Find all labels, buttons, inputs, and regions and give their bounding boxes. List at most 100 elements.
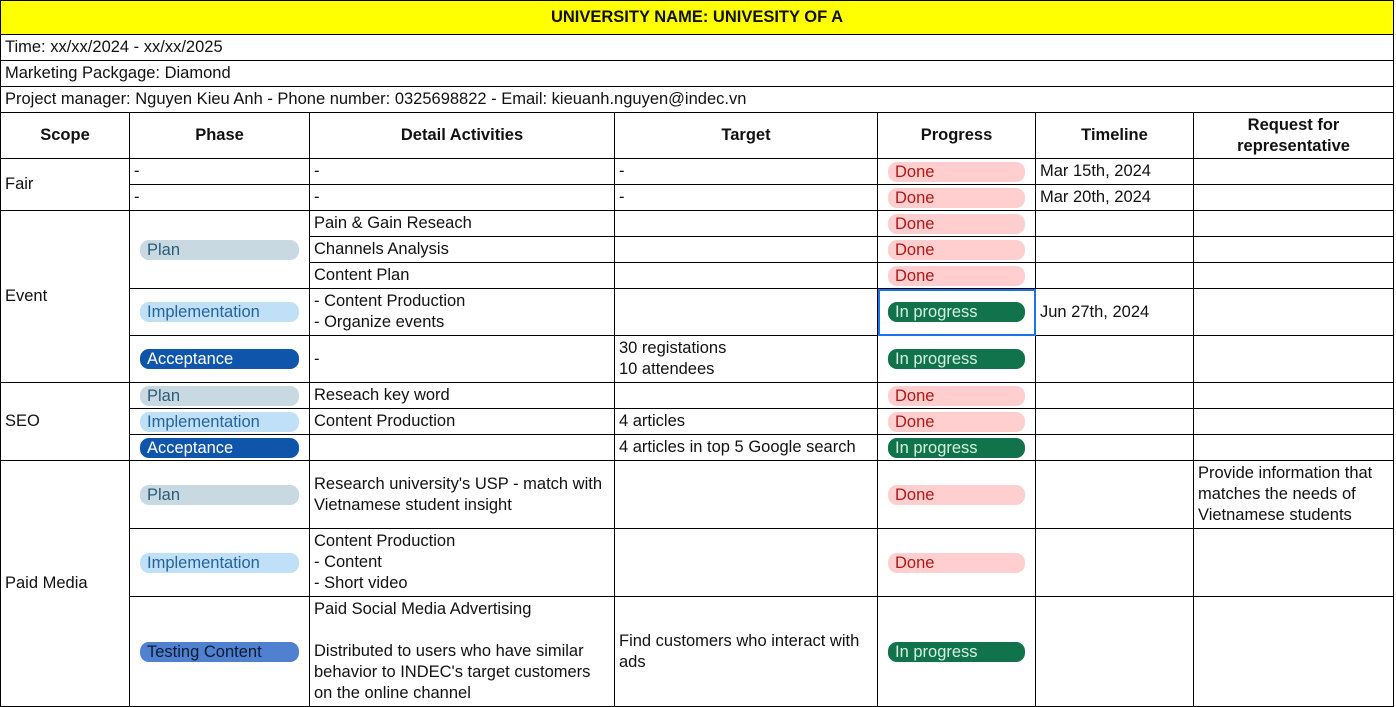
progress-cell[interactable]: Done (877, 528, 1036, 597)
request-cell[interactable] (1192, 596, 1395, 707)
timeline-cell[interactable]: Mar 15th, 2024 (1035, 158, 1194, 185)
activity-cell[interactable]: Research university's USP - match with V… (309, 460, 615, 529)
table-row: Event Plan Pain & Gain Reseach Done (0, 210, 1395, 383)
timeline-cell[interactable] (1035, 210, 1194, 237)
target-cell[interactable] (614, 262, 878, 289)
activity-cell[interactable]: Reseach key word (309, 382, 615, 409)
timeline-cell[interactable] (1035, 382, 1194, 409)
timeline-cell[interactable] (1035, 596, 1194, 707)
phase-cell[interactable]: Implementation (129, 288, 310, 336)
target-cell[interactable]: 4 articles (614, 408, 878, 435)
timeline-cell[interactable] (1035, 460, 1194, 529)
table-row: Implementation Content Production - Conte… (1, 528, 1395, 597)
activity-cell[interactable]: Pain & Gain Reseach (309, 210, 615, 237)
manager-cell[interactable]: Project manager: Nguyen Kieu Anh - Phone… (0, 86, 1395, 113)
phase-cell[interactable]: Implementation (129, 408, 310, 435)
timeline-cell[interactable] (1035, 408, 1194, 435)
phase-cell[interactable]: Testing Content (129, 596, 310, 707)
activity-cell[interactable]: - (309, 158, 615, 185)
timeline-cell[interactable] (1035, 434, 1194, 461)
target-cell[interactable] (614, 528, 878, 597)
scope-paid-media[interactable]: Paid Media (0, 460, 130, 707)
package-cell[interactable]: Marketing Packgage: Diamond (0, 60, 1395, 87)
phase-cell[interactable]: Acceptance (129, 335, 310, 383)
phase-cell[interactable]: - (129, 158, 310, 185)
timeline-cell[interactable]: Jun 27th, 2024 (1035, 288, 1194, 336)
request-cell[interactable] (1192, 158, 1395, 185)
timeline-cell[interactable] (1035, 262, 1194, 289)
target-cell[interactable]: Find customers who interact with ads (614, 596, 878, 707)
activity-cell[interactable]: - (309, 184, 615, 211)
progress-cell[interactable]: Done (877, 236, 1036, 263)
target-cell[interactable] (614, 236, 878, 263)
progress-cell[interactable]: In progress (877, 596, 1036, 707)
target-cell[interactable]: - (614, 158, 878, 185)
header-phase[interactable]: Phase (129, 112, 310, 159)
activity-cell[interactable]: Paid Social Media Advertising Distributed… (309, 596, 615, 707)
target-cell[interactable] (614, 382, 878, 409)
phase-cell[interactable]: Plan (129, 210, 310, 289)
phase-cell[interactable]: Plan (129, 460, 310, 529)
progress-cell[interactable]: Done (877, 460, 1036, 529)
phase-cell[interactable]: - (129, 184, 310, 211)
header-detail-activities[interactable]: Detail Activities (309, 112, 615, 159)
request-cell[interactable] (1192, 434, 1395, 461)
target-cell[interactable]: - (614, 184, 878, 211)
request-cell[interactable] (1192, 236, 1395, 263)
timeline-cell[interactable] (1035, 335, 1194, 383)
progress-cell[interactable]: Done (877, 262, 1036, 289)
phase-cell[interactable]: Plan (129, 382, 310, 409)
header-timeline[interactable]: Timeline (1035, 112, 1194, 159)
sheet-title[interactable]: UNIVERSITY NAME: UNIVESITY OF A (0, 0, 1395, 35)
timeline-cell[interactable] (1035, 236, 1194, 263)
request-cell[interactable] (1192, 528, 1395, 597)
request-cell[interactable] (1192, 262, 1395, 289)
scope-fair[interactable]: Fair (0, 158, 130, 211)
progress-cell[interactable]: Done (877, 158, 1036, 185)
activity-cell[interactable] (309, 434, 615, 461)
progress-cell[interactable]: In progress (877, 434, 1036, 461)
header-target[interactable]: Target (614, 112, 878, 159)
activity-cell[interactable]: - Content Production - Organize events (309, 288, 615, 336)
request-cell[interactable] (1192, 210, 1395, 237)
activity-cell[interactable]: Content Plan (309, 262, 615, 289)
phase-badge-implementation: Implementation (140, 302, 299, 322)
progress-cell[interactable]: Done (877, 382, 1036, 409)
scope-seo[interactable]: SEO (0, 382, 130, 461)
timeline-cell[interactable]: Mar 20th, 2024 (1035, 184, 1194, 211)
header-request[interactable]: Request for representative (1192, 112, 1395, 159)
request-cell[interactable] (1192, 335, 1395, 383)
status-badge: Done (888, 239, 1025, 260)
target-cell[interactable] (614, 210, 878, 237)
header-scope[interactable]: Scope (0, 112, 130, 159)
activity-cell[interactable]: Content Production - Content - Short video (309, 528, 615, 597)
progress-cell-selected[interactable]: In progress (877, 288, 1036, 336)
progress-cell[interactable]: In progress (877, 335, 1036, 383)
target-line: 10 attendees (619, 360, 715, 378)
scope-event[interactable]: Event (0, 210, 130, 383)
header-progress[interactable]: Progress (877, 112, 1036, 159)
timeline-cell[interactable] (1035, 528, 1194, 597)
target-cell[interactable]: 30 registations 10 attendees (614, 335, 878, 383)
time-cell[interactable]: Time: xx/xx/2024 - xx/xx/2025 (0, 34, 1395, 61)
activity-cell[interactable]: Content Production (309, 408, 615, 435)
progress-cell[interactable]: Done (877, 184, 1036, 211)
progress-cell[interactable]: Done (877, 408, 1036, 435)
table-row: Fair - - - Done Mar 15th, 2024 (0, 158, 1395, 211)
request-cell[interactable] (1192, 184, 1395, 211)
activity-line: Paid Social Media Advertising (314, 600, 532, 618)
phase-cell[interactable]: Acceptance (129, 434, 310, 461)
progress-cell[interactable]: Done (877, 210, 1036, 237)
request-cell[interactable] (1192, 408, 1395, 435)
request-cell[interactable]: Provide information that matches the nee… (1192, 460, 1395, 529)
target-cell[interactable]: 4 articles in top 5 Google search (614, 434, 878, 461)
request-cell[interactable] (1192, 382, 1395, 409)
phase-cell[interactable]: Implementation (129, 528, 310, 597)
table-row: Acceptance - 30 registations 10 attendees… (1, 335, 1395, 383)
target-cell[interactable] (614, 460, 878, 529)
status-badge: Done (888, 161, 1025, 182)
activity-cell[interactable]: - (309, 335, 615, 383)
request-cell[interactable] (1192, 288, 1395, 336)
target-cell[interactable] (614, 288, 878, 336)
activity-cell[interactable]: Channels Analysis (309, 236, 615, 263)
